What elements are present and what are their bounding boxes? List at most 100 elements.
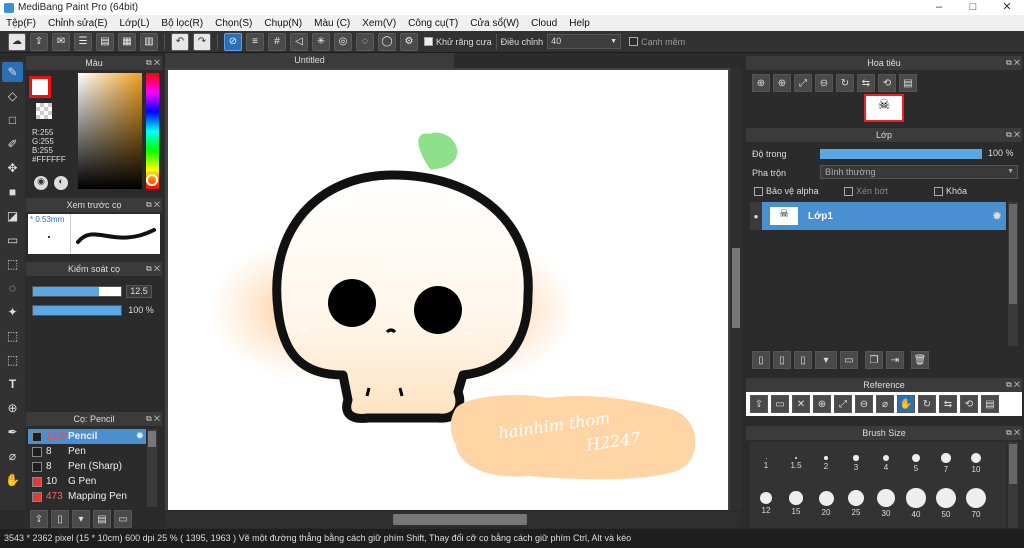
brush-item-g-pen[interactable]: 10 G Pen	[28, 474, 146, 489]
ref-zoom-in-icon[interactable]: ⊕	[813, 395, 831, 413]
grid-icon[interactable]: ▥	[140, 32, 158, 51]
vanishing-point-icon[interactable]: ◁	[290, 32, 308, 51]
shape-snap-icon[interactable]: ◯	[378, 32, 396, 51]
panel-close-icon[interactable]: ⧉ ✕	[146, 262, 160, 276]
curve-snap-icon[interactable]: ◌	[356, 32, 374, 51]
ref-flip-icon[interactable]: ⇆	[939, 395, 957, 413]
brush-size-preset[interactable]: 10	[961, 444, 991, 482]
layer-folder-icon[interactable]: ▭	[840, 351, 858, 369]
add-brush-icon[interactable]: ⇪	[30, 510, 48, 528]
minimize-button[interactable]: –	[922, 0, 956, 15]
brush-size-preset[interactable]: 1	[751, 444, 781, 482]
blend-select[interactable]: Bình thường ▼	[820, 165, 1018, 179]
brush-size-preset[interactable]: 4	[871, 444, 901, 482]
hand-tool-icon[interactable]: ✋	[2, 470, 23, 490]
menu-cloud[interactable]: Cloud	[525, 18, 563, 29]
zoom-in-2-icon[interactable]: ⊕	[773, 74, 791, 92]
pen-nib-icon[interactable]: ✒	[2, 422, 23, 442]
brush-tool-icon[interactable]: ✎	[2, 62, 23, 82]
divide-tool-icon[interactable]: ⊕	[2, 398, 23, 418]
eyedropper-icon[interactable]: ⌀	[2, 446, 23, 466]
brush-item-mapping-pen[interactable]: 473 Mapping Pen	[28, 489, 146, 504]
redo-icon[interactable]: ↷	[193, 32, 211, 51]
lock-checkbox[interactable]	[934, 187, 943, 197]
document-icon[interactable]: ▤	[96, 32, 114, 51]
menu-window[interactable]: Cửa sổ(W)	[464, 18, 525, 29]
menu-layer[interactable]: Lớp(L)	[114, 18, 156, 29]
undo-icon[interactable]: ↶	[171, 32, 189, 51]
brush-item-pen-sharp[interactable]: 8 Pen (Sharp)	[28, 459, 146, 474]
layer-gear-icon[interactable]: ✹	[992, 209, 1002, 223]
brush-size-preset[interactable]: 50	[931, 486, 961, 524]
menu-file[interactable]: Tệp(F)	[0, 18, 42, 29]
add-layer-menu-icon[interactable]: ▾	[815, 351, 837, 369]
menu-filter[interactable]: Bộ lọc(R)	[155, 18, 209, 29]
move-tool-icon[interactable]: ✥	[2, 158, 23, 178]
rectangle-tool-icon[interactable]: □	[2, 110, 23, 130]
menu-tools[interactable]: Công cụ(T)	[402, 18, 464, 29]
crisscross-snap-icon[interactable]: #	[268, 32, 286, 51]
brush-size-slider[interactable]	[32, 286, 122, 297]
document-tab[interactable]: Untitled	[165, 53, 454, 68]
zoom-in-icon[interactable]: ⊕	[752, 74, 770, 92]
radial-snap-icon[interactable]: ✳	[312, 32, 330, 51]
ref-upload-icon[interactable]: ⇪	[750, 395, 768, 413]
circle-snap-icon[interactable]: ◎	[334, 32, 352, 51]
upload-icon[interactable]: ⇪	[30, 32, 48, 51]
palette-icon[interactable]: ◉	[34, 176, 48, 190]
maximize-button[interactable]: □	[956, 0, 990, 15]
select-eraser-icon[interactable]: ⬚	[2, 350, 23, 370]
settings-icon[interactable]: ▤	[899, 74, 917, 92]
secondary-color-swatch[interactable]	[36, 103, 52, 119]
layer-opacity-slider[interactable]	[820, 149, 982, 159]
brush-size-preset[interactable]: 5	[901, 444, 931, 482]
cloud-icon[interactable]: ☁	[8, 32, 26, 51]
flip-icon[interactable]: ⇆	[857, 74, 875, 92]
ref-open-icon[interactable]: ▭	[771, 395, 789, 413]
adjust-select[interactable]: 40 ▼	[547, 34, 622, 49]
brush-item-pen[interactable]: 8 Pen	[28, 444, 146, 459]
visibility-eye-icon[interactable]: ●	[750, 202, 762, 230]
saturation-value-square[interactable]	[78, 73, 142, 189]
ref-reset-icon[interactable]: ⟲	[960, 395, 978, 413]
antialias-checkbox[interactable]	[424, 37, 433, 46]
reset-icon[interactable]: ⟲	[878, 74, 896, 92]
layer-scrollbar[interactable]	[1008, 202, 1018, 346]
menu-snap[interactable]: Chụp(N)	[258, 18, 308, 29]
clipping-checkbox[interactable]	[844, 187, 853, 197]
brush-size-preset[interactable]: 25	[841, 486, 871, 524]
pen-tool-icon[interactable]: ✐	[2, 134, 23, 154]
primary-color-swatch[interactable]	[29, 76, 51, 98]
new-layer-3-icon[interactable]: ▯	[794, 351, 812, 369]
panel-close-icon[interactable]: ⧉ ✕	[1006, 56, 1020, 70]
brush-size-preset[interactable]: 12	[751, 486, 781, 524]
ref-rotate-icon[interactable]: ↻	[918, 395, 936, 413]
fill-rect-tool-icon[interactable]: ■	[2, 182, 23, 202]
brush-menu-icon[interactable]: ▾	[72, 510, 90, 528]
panel-close-icon[interactable]: ⧉ ✕	[146, 412, 160, 426]
text-tool-icon[interactable]: T	[2, 374, 23, 394]
brush-size-preset[interactable]: 70	[961, 486, 991, 524]
snap-settings-icon[interactable]: ⚙	[400, 32, 418, 51]
snap-off-icon[interactable]: ⊘	[224, 32, 242, 51]
brush-size-scrollbar[interactable]	[1008, 442, 1018, 528]
menu-color[interactable]: Màu (C)	[308, 18, 356, 29]
parallel-snap-icon[interactable]: ≡	[246, 32, 264, 51]
panel-close-icon[interactable]: ⧉ ✕	[1006, 378, 1020, 392]
ref-eyedropper-icon[interactable]: ⌀	[876, 395, 894, 413]
folder-icon[interactable]: ▭	[114, 510, 132, 528]
delete-layer-icon[interactable]: 🗑	[911, 351, 929, 369]
hue-handle[interactable]	[146, 174, 158, 186]
lasso-icon[interactable]: ◌	[2, 278, 23, 298]
brush-size-preset[interactable]: 20	[811, 486, 841, 524]
gear-icon[interactable]: ✹	[136, 431, 144, 442]
eraser-tool-icon[interactable]: ◇	[2, 86, 23, 106]
ref-hand-icon[interactable]: ✋	[897, 395, 915, 413]
panel-close-icon[interactable]: ⧉ ✕	[146, 56, 160, 70]
duplicate-layer-icon[interactable]: ❐	[865, 351, 883, 369]
smooth-edge-checkbox[interactable]	[629, 37, 639, 46]
canvas-hscroll[interactable]	[165, 512, 740, 527]
select-pen-icon[interactable]: ⬚	[2, 326, 23, 346]
bucket-tool-icon[interactable]: ◪	[2, 206, 23, 226]
canvas-vscroll[interactable]	[730, 68, 742, 510]
